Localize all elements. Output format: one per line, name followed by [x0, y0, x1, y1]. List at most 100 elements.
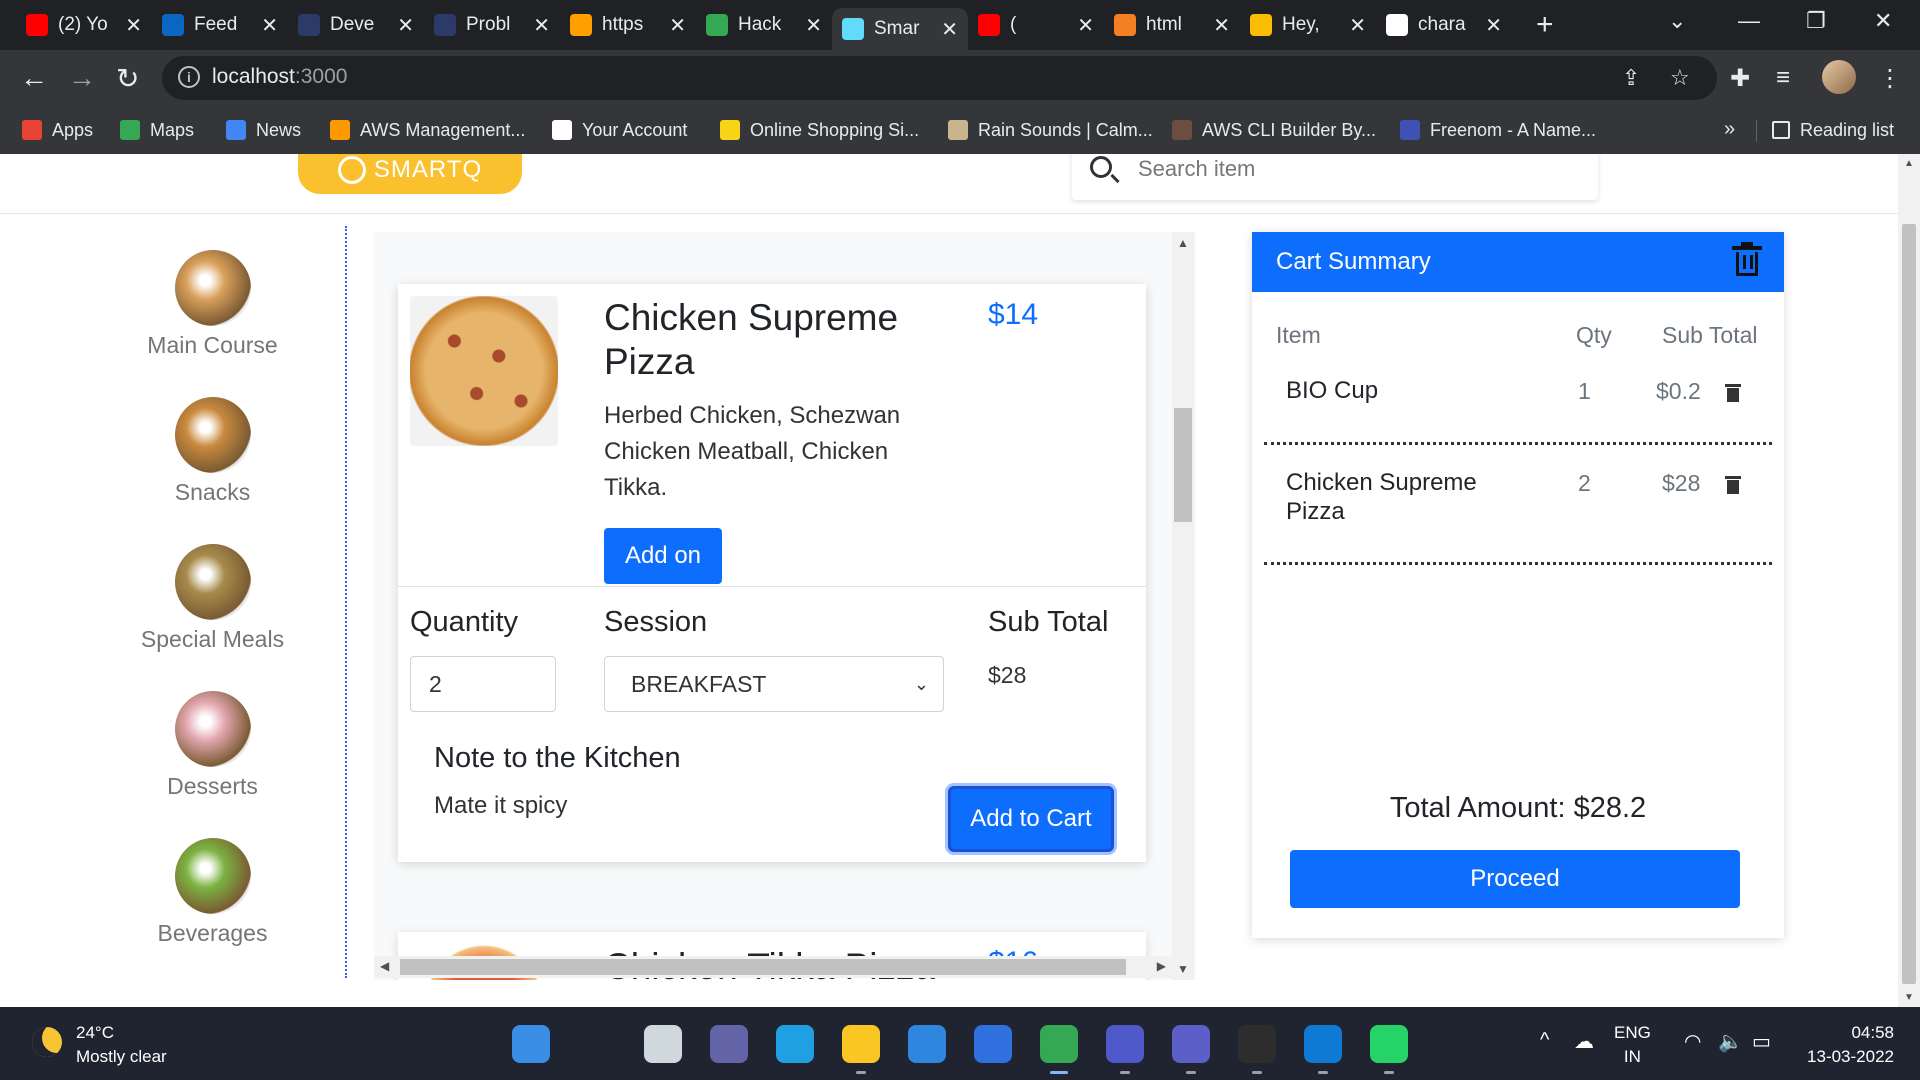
taskbar-start-icon[interactable] — [512, 1025, 550, 1063]
scroll-up-icon[interactable]: ▲ — [1904, 158, 1914, 169]
url-text[interactable]: localhost:3000 — [212, 65, 347, 89]
close-tab-icon[interactable]: ✕ — [805, 13, 822, 38]
profile-avatar[interactable] — [1822, 60, 1856, 94]
show-hidden-icons-chevron-icon[interactable]: ^ — [1540, 1029, 1549, 1052]
bookmark-item[interactable]: Apps — [22, 114, 93, 146]
browser-tab[interactable]: html ✕ — [1104, 8, 1240, 42]
close-tab-icon[interactable]: ✕ — [1349, 13, 1366, 38]
bookmark-item[interactable]: AWS CLI Builder By... — [1172, 114, 1376, 146]
remove-item-trash-icon[interactable] — [1725, 476, 1741, 494]
session-select[interactable]: BREAKFAST ⌄ — [604, 656, 944, 712]
taskbar-file-explorer-icon[interactable] — [842, 1025, 880, 1063]
menu-icon[interactable]: ⋮ — [1878, 64, 1902, 93]
browser-tab[interactable]: (2) Yo ✕ — [16, 8, 152, 42]
add-to-cart-button[interactable]: Add to Cart — [948, 786, 1114, 852]
close-tab-icon[interactable]: ✕ — [1485, 13, 1502, 38]
page-scrollbar[interactable]: ▲ ▼ — [1898, 154, 1920, 1007]
network-cloud-icon[interactable]: ☁ — [1574, 1029, 1594, 1054]
weather-widget[interactable]: 24°C Mostly clear — [76, 1021, 167, 1069]
taskbar-chrome-icon[interactable] — [1040, 1025, 1078, 1063]
clock[interactable]: 04:58 13-03-2022 — [1798, 1021, 1894, 1069]
bookmark-item[interactable]: Online Shopping Si... — [720, 114, 919, 146]
close-tab-icon[interactable]: ✕ — [1077, 13, 1094, 38]
category-item[interactable]: Snacks — [130, 397, 295, 506]
reload-icon[interactable]: ↻ — [116, 62, 139, 95]
scroll-up-icon[interactable]: ▲ — [1177, 236, 1189, 250]
browser-tab[interactable]: Probl ✕ — [424, 8, 560, 42]
scrollbar-thumb[interactable] — [1174, 408, 1192, 522]
taskbar-mail-icon[interactable] — [908, 1025, 946, 1063]
close-tab-icon[interactable]: ✕ — [397, 13, 414, 38]
browser-tab[interactable]: Hack ✕ — [696, 8, 832, 42]
close-tab-icon[interactable]: ✕ — [669, 13, 686, 38]
category-item[interactable]: Special Meals — [130, 544, 295, 653]
bookmark-item[interactable]: AWS Management... — [330, 114, 525, 146]
taskbar-teams-icon[interactable] — [1106, 1025, 1144, 1063]
bookmark-star-icon[interactable]: ☆ — [1670, 65, 1690, 91]
scroll-down-icon[interactable]: ▼ — [1177, 962, 1189, 976]
taskbar-search-icon[interactable] — [578, 1025, 616, 1063]
quantity-input[interactable]: 2 — [410, 656, 556, 712]
bookmark-item[interactable]: News — [226, 114, 301, 146]
category-item[interactable]: Main Course — [130, 250, 295, 359]
close-tab-icon[interactable]: ✕ — [261, 13, 278, 38]
browser-tab[interactable]: chara ✕ — [1376, 8, 1512, 42]
category-item[interactable]: Desserts — [130, 691, 295, 800]
browser-tab[interactable]: (✕ — [968, 8, 1104, 42]
bookmark-item[interactable]: Freenom - A Name... — [1400, 114, 1596, 146]
taskbar-store-icon[interactable] — [974, 1025, 1012, 1063]
site-info-icon[interactable]: i — [178, 66, 200, 88]
reading-list-button[interactable]: Reading list — [1772, 114, 1894, 146]
scrollbar-thumb[interactable] — [400, 959, 1126, 975]
browser-tab[interactable]: Hey, ✕ — [1240, 8, 1376, 42]
close-tab-icon[interactable]: ✕ — [125, 13, 142, 38]
browser-tab[interactable]: https ✕ — [560, 8, 696, 42]
add-on-button[interactable]: Add on — [604, 528, 722, 584]
bookmark-item[interactable]: Your Account — [552, 114, 687, 146]
close-tab-icon[interactable]: ✕ — [533, 13, 550, 38]
media-control-icon[interactable]: ≡ — [1776, 64, 1790, 92]
bookmark-item[interactable]: Rain Sounds | Calm... — [948, 114, 1153, 146]
item-list-horizontal-scrollbar[interactable]: ◀ ▶ — [374, 956, 1172, 978]
minimize-button[interactable]: — — [1738, 8, 1760, 34]
moon-icon[interactable] — [32, 1027, 62, 1057]
extensions-icon[interactable]: ✚ — [1730, 64, 1750, 93]
forward-icon[interactable]: → — [68, 62, 96, 94]
taskbar-teams-2-icon[interactable] — [1172, 1025, 1210, 1063]
share-icon[interactable]: ⇪ — [1622, 65, 1640, 91]
remove-item-trash-icon[interactable] — [1725, 384, 1741, 402]
more-bookmarks-button[interactable]: » — [1724, 118, 1735, 141]
browser-tab[interactable]: Smar ✕ — [832, 8, 968, 50]
taskbar-vscode-icon[interactable] — [1304, 1025, 1342, 1063]
volume-icon[interactable]: 🔈 — [1718, 1029, 1743, 1054]
clear-cart-trash-icon[interactable] — [1732, 242, 1762, 276]
bookmark-item[interactable]: Maps — [120, 114, 194, 146]
note-text[interactable]: Mate it spicy — [434, 792, 567, 820]
category-item[interactable]: Beverages — [130, 838, 295, 947]
taskbar-edge-icon[interactable] — [776, 1025, 814, 1063]
taskbar-terminal-icon[interactable] — [1238, 1025, 1276, 1063]
close-tab-icon[interactable]: ✕ — [941, 17, 958, 42]
tab-search-icon[interactable]: ⌄ — [1668, 8, 1686, 34]
language-indicator[interactable]: ENG IN — [1614, 1021, 1651, 1069]
wifi-icon[interactable]: ◠ — [1684, 1029, 1701, 1054]
restore-button[interactable]: ❐ — [1806, 8, 1826, 34]
search-box[interactable] — [1072, 154, 1598, 200]
proceed-button[interactable]: Proceed — [1290, 850, 1740, 908]
taskbar-chat-icon[interactable] — [710, 1025, 748, 1063]
address-bar[interactable]: i localhost:3000 ⇪ ☆ — [162, 56, 1717, 100]
taskbar-task-view-icon[interactable] — [644, 1025, 682, 1063]
scroll-down-icon[interactable]: ▼ — [1904, 992, 1914, 1003]
scrollbar-thumb[interactable] — [1902, 224, 1916, 984]
taskbar-whatsapp-icon[interactable] — [1370, 1025, 1408, 1063]
browser-tab[interactable]: Deve ✕ — [288, 8, 424, 42]
close-tab-icon[interactable]: ✕ — [1213, 13, 1230, 38]
scroll-right-icon[interactable]: ▶ — [1157, 959, 1166, 973]
battery-icon[interactable]: ▭ — [1752, 1029, 1771, 1054]
close-window-button[interactable]: ✕ — [1874, 8, 1892, 34]
smartq-logo[interactable]: SMARTQ — [298, 154, 522, 194]
item-list-scrollbar[interactable]: ▲ ▼ — [1172, 232, 1194, 980]
new-tab-button[interactable]: + — [1536, 8, 1554, 42]
search-input[interactable] — [1136, 154, 1576, 186]
back-icon[interactable]: ← — [20, 62, 48, 94]
